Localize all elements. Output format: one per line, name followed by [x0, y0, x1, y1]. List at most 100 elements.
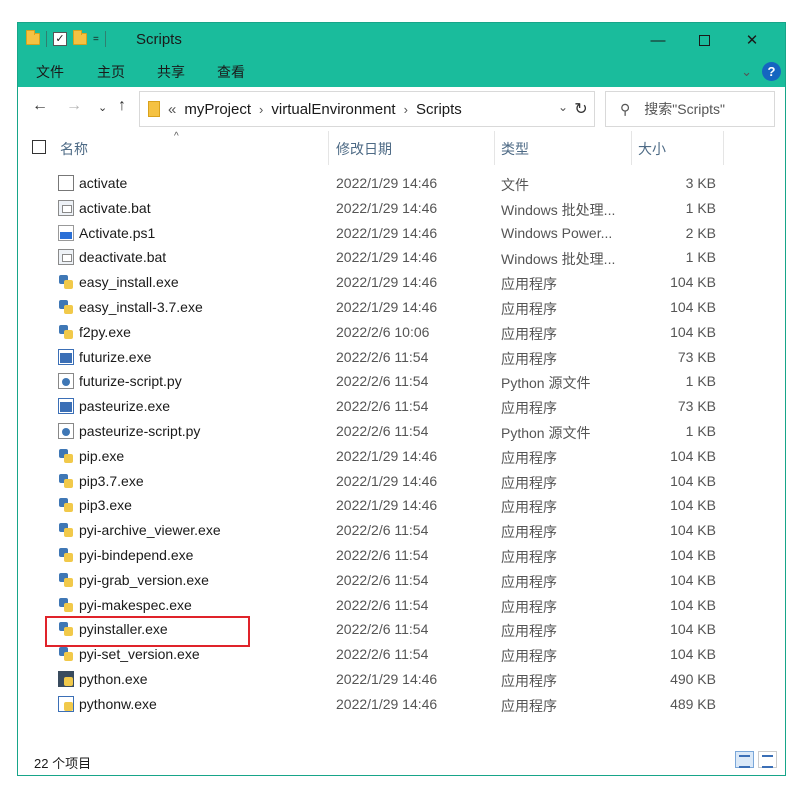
forward-button[interactable]: → [66, 97, 82, 115]
breadcrumb-item[interactable]: virtualEnvironment [271, 101, 395, 118]
pyexe-file-icon [58, 274, 74, 290]
file-size: 490 KB [670, 670, 716, 687]
file-type: 应用程序 [501, 350, 557, 367]
quick-access-toolbar: ✓ = [26, 30, 106, 47]
file-row[interactable]: pasteurize-script.py 2022/2/6 11:54 Python… [18, 419, 785, 444]
file-type: 应用程序 [501, 648, 557, 665]
window-title: Scripts [136, 31, 182, 48]
refresh-button[interactable]: ↻ [566, 91, 596, 127]
breadcrumb-item[interactable]: myProject [184, 101, 251, 118]
file-name: easy_install.exe [79, 274, 179, 291]
file-row[interactable]: futurize-script.py 2022/2/6 11:54 Python 源… [18, 369, 785, 394]
file-type: 文件 [501, 177, 529, 193]
minimize-button[interactable]: — [635, 23, 681, 57]
folder-icon [26, 30, 40, 45]
file-row[interactable]: pyinstaller.exe 2022/2/6 11:54 应用程序 104 KB [18, 617, 785, 642]
pyexe-file-icon [58, 621, 74, 637]
details-view-button[interactable] [735, 751, 754, 768]
file-size: 104 KB [670, 571, 716, 588]
column-header-name[interactable]: 名称 [60, 139, 88, 159]
file-row[interactable]: deactivate.bat 2022/1/29 14:46 Windows 批处理… [18, 245, 785, 270]
file-row[interactable]: futurize.exe 2022/2/6 11:54 应用程序 73 KB [18, 345, 785, 370]
toolbar-divider [46, 31, 47, 47]
file-type: Python 源文件 [501, 424, 591, 441]
file-modified-date: 2022/2/6 11:54 [336, 621, 429, 638]
column-divider[interactable] [494, 131, 495, 165]
explorer-window: ✓ = Scripts — ✕ 文件 主页 共享 查看 ⌄ ? ← → ⌄ ↑ … [17, 22, 786, 776]
dark-file-icon [58, 670, 74, 687]
file-row[interactable]: pasteurize.exe 2022/2/6 11:54 应用程序 73 KB [18, 394, 785, 419]
column-divider[interactable] [723, 131, 724, 165]
file-modified-date: 2022/1/29 14:46 [336, 670, 438, 687]
column-divider[interactable] [328, 131, 329, 165]
file-name: f2py.exe [79, 323, 131, 340]
column-header-type[interactable]: 类型 [501, 139, 529, 159]
maximize-button[interactable] [681, 23, 727, 57]
file-type: 应用程序 [501, 276, 557, 293]
breadcrumb-overflow[interactable]: « [168, 101, 176, 118]
column-header-size[interactable]: 大小 [638, 139, 666, 159]
py-file-icon [58, 422, 74, 439]
file-row[interactable]: activate 2022/1/29 14:46 文件 3 KB [18, 171, 785, 196]
status-bar: 22 个项目 [18, 745, 785, 775]
recent-locations-button[interactable]: ⌄ [98, 101, 107, 114]
tab-home[interactable]: 主页 [97, 62, 125, 82]
file-row[interactable]: easy_install.exe 2022/1/29 14:46 应用程序 104 K… [18, 270, 785, 295]
column-divider[interactable] [631, 131, 632, 165]
select-all-checkbox[interactable] [32, 140, 46, 154]
expand-ribbon-button[interactable]: ⌄ [741, 64, 752, 80]
breadcrumb-item[interactable]: Scripts [416, 101, 462, 118]
file-modified-date: 2022/1/29 14:46 [336, 695, 438, 712]
back-button[interactable]: ← [32, 97, 48, 115]
file-name: pyi-makespec.exe [79, 596, 192, 613]
py-file-icon [58, 373, 74, 390]
file-row[interactable]: easy_install-3.7.exe 2022/1/29 14:46 应用程序 1… [18, 295, 785, 320]
properties-check-icon[interactable]: ✓ [53, 32, 67, 46]
file-name: pyinstaller.exe [79, 621, 168, 638]
file-row[interactable]: Activate.ps1 2022/1/29 14:46 Windows Power… [18, 221, 785, 246]
file-name: deactivate.bat [79, 249, 167, 266]
file-modified-date: 2022/2/6 11:54 [336, 571, 429, 588]
file-row[interactable]: python.exe 2022/1/29 14:46 应用程序 490 KB [18, 667, 785, 692]
file-type: Windows 批处理... [501, 251, 616, 268]
file-size: 104 KB [670, 298, 716, 315]
file-name: futurize-script.py [79, 373, 182, 390]
file-size: 104 KB [670, 274, 716, 291]
large-icons-view-button[interactable] [758, 751, 777, 768]
file-modified-date: 2022/2/6 11:54 [336, 348, 429, 365]
tab-file[interactable]: 文件 [36, 62, 64, 82]
close-button[interactable]: ✕ [729, 23, 775, 57]
chevron-right-icon[interactable]: › [404, 102, 408, 117]
file-row[interactable]: pip.exe 2022/1/29 14:46 应用程序 104 KB [18, 444, 785, 469]
address-bar[interactable]: « myProject › virtualEnvironment › Scrip… [139, 91, 595, 127]
column-header-modified[interactable]: 修改日期 [336, 139, 392, 159]
file-row[interactable]: pip3.7.exe 2022/1/29 14:46 应用程序 104 KB [18, 469, 785, 494]
tab-share[interactable]: 共享 [157, 62, 185, 82]
search-input[interactable]: ⚲ 搜索"Scripts" [605, 91, 775, 127]
file-type: 应用程序 [501, 474, 557, 491]
file-row[interactable]: f2py.exe 2022/2/6 10:06 应用程序 104 KB [18, 320, 785, 345]
file-row[interactable]: pyi-bindepend.exe 2022/2/6 11:54 应用程序 104 K… [18, 543, 785, 568]
file-row[interactable]: pyi-set_version.exe 2022/2/6 11:54 应用程序 104… [18, 642, 785, 667]
win-file-icon [58, 348, 74, 365]
pyexe-file-icon [58, 497, 74, 513]
new-folder-icon[interactable] [73, 30, 87, 45]
file-row[interactable]: pip3.exe 2022/1/29 14:46 应用程序 104 KB [18, 493, 785, 518]
ribbon-tabs: 文件 主页 共享 查看 ⌄ ? [18, 57, 785, 87]
file-row[interactable]: pyi-grab_version.exe 2022/2/6 11:54 应用程序 10… [18, 568, 785, 593]
file-size: 1 KB [685, 373, 716, 390]
file-name: activate.bat [79, 199, 151, 216]
file-row[interactable]: pythonw.exe 2022/1/29 14:46 应用程序 489 KB [18, 692, 785, 717]
customize-toolbar-dropdown[interactable]: = [93, 34, 99, 45]
file-row[interactable]: pyi-archive_viewer.exe 2022/2/6 11:54 应用程序… [18, 518, 785, 543]
file-row[interactable]: pyi-makespec.exe 2022/2/6 11:54 应用程序 104 KB [18, 593, 785, 618]
help-icon[interactable]: ? [762, 62, 781, 81]
file-size: 104 KB [670, 447, 716, 464]
file-name: pip3.7.exe [79, 472, 144, 489]
chevron-right-icon[interactable]: › [259, 102, 263, 117]
pyexe-file-icon [58, 572, 74, 588]
tab-view[interactable]: 查看 [217, 62, 245, 82]
up-button[interactable]: ↑ [118, 97, 126, 115]
file-row[interactable]: activate.bat 2022/1/29 14:46 Windows 批处理..… [18, 196, 785, 221]
file-name: pip.exe [79, 447, 125, 464]
